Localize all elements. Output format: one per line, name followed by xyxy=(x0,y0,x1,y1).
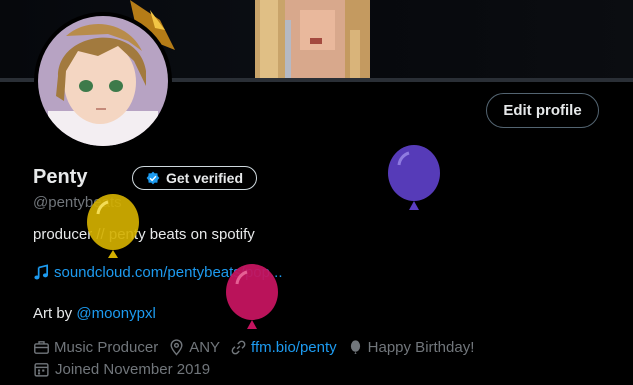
joined-text: Joined November 2019 xyxy=(55,361,211,378)
art-credit-mention[interactable]: @moonypxl xyxy=(76,305,155,322)
balloon-icon xyxy=(87,194,139,258)
location-text: ANY xyxy=(189,339,221,356)
birthday-text: Happy Birthday! xyxy=(367,339,475,356)
avatar-image xyxy=(38,16,168,146)
verified-badge-icon xyxy=(146,171,160,185)
banner-artwork xyxy=(255,0,370,80)
joined-date: Joined November 2019 xyxy=(33,361,210,378)
balloon-icon xyxy=(388,145,440,210)
location-item: ANY xyxy=(168,339,220,356)
balloon-icon xyxy=(226,264,278,329)
link-icon xyxy=(231,340,246,355)
briefcase-icon xyxy=(34,341,49,354)
get-verified-label: Get verified xyxy=(165,170,244,186)
website-link[interactable]: ffm.bio/penty xyxy=(251,339,337,356)
edit-profile-button[interactable]: Edit profile xyxy=(486,93,599,128)
art-credit-prefix: Art by xyxy=(33,305,77,322)
balloon-icon xyxy=(350,340,360,354)
calendar-icon xyxy=(34,363,49,377)
website-item[interactable]: ffm.bio/penty xyxy=(230,339,337,356)
music-note-icon xyxy=(34,264,49,280)
get-verified-button[interactable]: Get verified xyxy=(132,166,257,190)
art-credit: Art by @moonypxl xyxy=(33,305,156,322)
category-text: Music Producer xyxy=(54,339,159,356)
profile-bio: producer // penty beats on spotify xyxy=(33,226,255,243)
display-name: Penty xyxy=(33,166,88,188)
category-item: Music Producer xyxy=(33,339,158,356)
birthday-item: Happy Birthday! xyxy=(347,339,475,356)
profile-meta-row: Music Producer ANY ffm.bio/penty Happy B… xyxy=(33,339,484,356)
location-pin-icon xyxy=(170,339,183,356)
avatar[interactable] xyxy=(34,12,172,150)
